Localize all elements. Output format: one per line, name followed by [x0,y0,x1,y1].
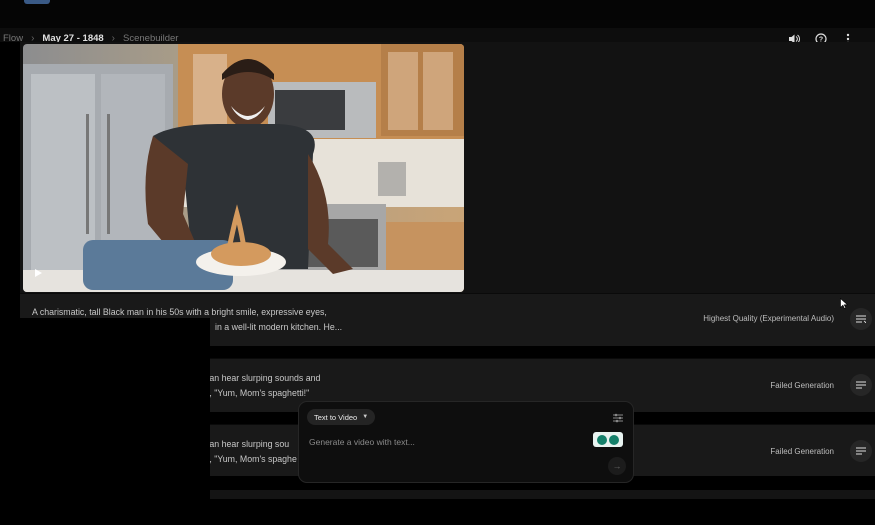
mask-left [0,42,20,318]
row-description: can hear slurping sounds and s, "Yum, Mo… [205,373,321,398]
extension-badge[interactable] [593,432,623,447]
row-options-icon[interactable] [850,440,872,462]
mouse-cursor-icon [840,296,849,309]
row-options-icon[interactable] [850,308,872,330]
row-status: Failed Generation [770,447,834,456]
row-description: can hear slurping sou s, "Yum, Mom's spa… [205,439,297,464]
sliders-icon[interactable] [612,411,624,423]
mode-label: Text to Video [314,412,358,422]
play-icon[interactable] [33,268,47,282]
arrow-right-icon[interactable]: → [608,457,626,475]
mask-bottom [0,476,875,525]
divider [210,490,875,499]
row-options-icon[interactable] [850,374,872,396]
row-status: Failed Generation [770,381,834,390]
row-status: Highest Quality (Experimental Audio) [703,314,834,323]
app-logo [24,0,50,4]
grammar-icon [609,434,619,445]
video-preview[interactable] [23,44,464,292]
mode-selector[interactable]: Text to Video ▼ [307,409,376,425]
caret-down-icon: ▼ [362,414,369,420]
prompt-input[interactable] [307,433,581,451]
prompt-composer: Text to Video ▼ → [298,401,634,483]
extension-icon [597,434,607,445]
